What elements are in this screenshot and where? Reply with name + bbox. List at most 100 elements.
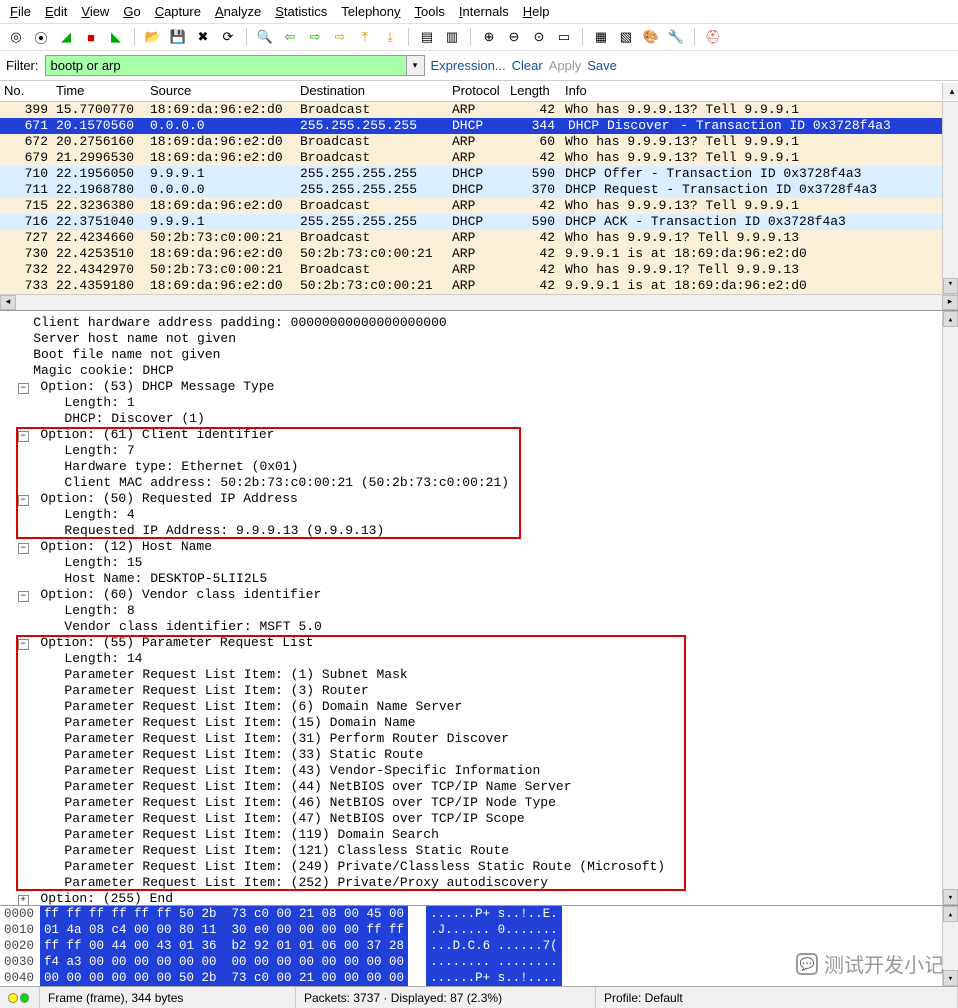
tb-dispfilter-icon[interactable]: ▧	[616, 27, 636, 47]
menu-analyze[interactable]: Analyze	[215, 4, 261, 19]
tb-start-icon[interactable]: ◢	[56, 27, 76, 47]
tb-zoom100-icon[interactable]: ⊙	[529, 27, 549, 47]
packet-row[interactable]: 71522.323638018:69:da:96:e2:d0BroadcastA…	[0, 198, 958, 214]
tb-find-icon[interactable]: 🔍	[255, 27, 275, 47]
tree-line[interactable]: DHCP: Discover (1)	[2, 411, 956, 427]
packet-list[interactable]: ▾ 39915.770077018:69:da:96:e2:d0Broadcas…	[0, 102, 958, 294]
packet-row[interactable]: 73322.435918018:69:da:96:e2:d050:2b:73:c…	[0, 278, 958, 294]
filter-save-link[interactable]: Save	[587, 58, 617, 73]
tree-line[interactable]: Length: 15	[2, 555, 956, 571]
filter-input[interactable]	[45, 55, 407, 76]
tree-line[interactable]: Parameter Request List Item: (33) Static…	[2, 747, 956, 763]
col-source[interactable]: Source	[146, 83, 296, 99]
tree-line[interactable]: Length: 7	[2, 443, 956, 459]
tree-line[interactable]: − Option: (50) Requested IP Address	[2, 491, 956, 507]
menu-telephony[interactable]: Telephony	[341, 4, 400, 19]
tree-line[interactable]: Parameter Request List Item: (15) Domain…	[2, 715, 956, 731]
expert-info-leds[interactable]	[0, 987, 40, 1008]
col-time[interactable]: Time	[52, 83, 146, 99]
tb-zoomout-icon[interactable]: ⊖	[504, 27, 524, 47]
menu-file[interactable]: File	[10, 4, 31, 19]
tree-line[interactable]: Parameter Request List Item: (31) Perfor…	[2, 731, 956, 747]
tree-line[interactable]: Server host name not given	[2, 331, 956, 347]
tree-line[interactable]: Length: 8	[2, 603, 956, 619]
packet-row[interactable]: 39915.770077018:69:da:96:e2:d0BroadcastA…	[0, 102, 958, 118]
packet-row[interactable]: 73222.434297050:2b:73:c0:00:21BroadcastA…	[0, 262, 958, 278]
tree-line[interactable]: Parameter Request List Item: (249) Priva…	[2, 859, 956, 875]
tb-save-icon[interactable]: 💾	[168, 27, 188, 47]
tree-line[interactable]: Length: 1	[2, 395, 956, 411]
filter-clear-link[interactable]: Clear	[512, 58, 543, 73]
menu-statistics[interactable]: Statistics	[275, 4, 327, 19]
tb-open-icon[interactable]: 📂	[143, 27, 163, 47]
tb-resize-icon[interactable]: ▭	[554, 27, 574, 47]
tb-colorize-icon[interactable]: ▤	[417, 27, 437, 47]
tree-line[interactable]: Parameter Request List Item: (6) Domain …	[2, 699, 956, 715]
tb-goto-icon[interactable]: ⇨	[330, 27, 350, 47]
tb-options-icon[interactable]: ⦿	[31, 27, 51, 47]
tb-coloring-icon[interactable]: 🎨	[641, 27, 661, 47]
tb-first-icon[interactable]: ⤒	[355, 27, 375, 47]
tb-help-icon[interactable]: ⛑	[703, 27, 723, 47]
packet-list-scrollbar[interactable]: ▾	[942, 102, 958, 294]
tree-line[interactable]: − Option: (53) DHCP Message Type	[2, 379, 956, 395]
packet-row[interactable]: 71022.19560509.9.9.1255.255.255.255DHCP5…	[0, 166, 958, 182]
tree-line[interactable]: + Option: (255) End	[2, 891, 956, 905]
tree-line[interactable]: Parameter Request List Item: (3) Router	[2, 683, 956, 699]
tb-interfaces-icon[interactable]: ◎	[6, 27, 26, 47]
tree-line[interactable]: − Option: (61) Client identifier	[2, 427, 956, 443]
col-destination[interactable]: Destination	[296, 83, 448, 99]
tb-zoomin-icon[interactable]: ⊕	[479, 27, 499, 47]
tree-line[interactable]: Client hardware address padding: 0000000…	[2, 315, 956, 331]
tb-close-icon[interactable]: ✖	[193, 27, 213, 47]
tree-line[interactable]: Parameter Request List Item: (47) NetBIO…	[2, 811, 956, 827]
filter-expression-link[interactable]: Expression...	[431, 58, 506, 73]
tree-line[interactable]: Parameter Request List Item: (252) Priva…	[2, 875, 956, 891]
hex-row[interactable]: 0020ff ff 00 44 00 43 01 36 b2 92 01 01 …	[0, 938, 958, 954]
packet-list-hscroll[interactable]: ◂▸	[0, 294, 958, 310]
tb-capfilter-icon[interactable]: ▦	[591, 27, 611, 47]
hex-scrollbar[interactable]: ▴▾	[942, 906, 958, 986]
col-protocol[interactable]: Protocol	[448, 83, 506, 99]
tb-restart-icon[interactable]: ◣	[106, 27, 126, 47]
tree-line[interactable]: − Option: (55) Parameter Request List	[2, 635, 956, 651]
tree-line[interactable]: Length: 4	[2, 507, 956, 523]
tree-line[interactable]: Parameter Request List Item: (46) NetBIO…	[2, 795, 956, 811]
tree-line[interactable]: Parameter Request List Item: (43) Vendor…	[2, 763, 956, 779]
tb-last-icon[interactable]: ⤓	[380, 27, 400, 47]
tree-line[interactable]: − Option: (12) Host Name	[2, 539, 956, 555]
tree-line[interactable]: Boot file name not given	[2, 347, 956, 363]
tree-line[interactable]: Magic cookie: DHCP	[2, 363, 956, 379]
menu-go[interactable]: Go	[123, 4, 140, 19]
hex-row[interactable]: 0030f4 a3 00 00 00 00 00 00 00 00 00 00 …	[0, 954, 958, 970]
tree-line[interactable]: Client MAC address: 50:2b:73:c0:00:21 (5…	[2, 475, 956, 491]
packet-row[interactable]: 73022.425351018:69:da:96:e2:d050:2b:73:c…	[0, 246, 958, 262]
tree-line[interactable]: Requested IP Address: 9.9.9.13 (9.9.9.13…	[2, 523, 956, 539]
col-no[interactable]: No.	[0, 83, 52, 99]
status-profile[interactable]: Profile: Default	[596, 987, 958, 1008]
menu-view[interactable]: View	[81, 4, 109, 19]
filter-dropdown-icon[interactable]: ▾	[407, 55, 425, 76]
tree-line[interactable]: Parameter Request List Item: (119) Domai…	[2, 827, 956, 843]
menu-help[interactable]: Help	[523, 4, 550, 19]
packet-row[interactable]: 71122.19687800.0.0.0255.255.255.255DHCP3…	[0, 182, 958, 198]
filter-apply-link[interactable]: Apply	[549, 58, 582, 73]
packet-row[interactable]: 72722.423466050:2b:73:c0:00:21BroadcastA…	[0, 230, 958, 246]
packet-row[interactable]: 71622.37510409.9.9.1255.255.255.255DHCP5…	[0, 214, 958, 230]
hex-row[interactable]: 0000ff ff ff ff ff ff 50 2b 73 c0 00 21 …	[0, 906, 958, 922]
tb-back-icon[interactable]: ⇦	[280, 27, 300, 47]
menu-capture[interactable]: Capture	[155, 4, 201, 19]
tree-line[interactable]: Parameter Request List Item: (1) Subnet …	[2, 667, 956, 683]
details-scrollbar[interactable]: ▴▾	[942, 311, 958, 905]
tb-reload-icon[interactable]: ⟳	[218, 27, 238, 47]
tb-autoscroll-icon[interactable]: ▥	[442, 27, 462, 47]
packet-row[interactable]: 67120.15705600.0.0.0255.255.255.255DHCP3…	[0, 118, 958, 134]
tb-stop-icon[interactable]: ■	[81, 27, 101, 47]
packet-row[interactable]: 67921.299653018:69:da:96:e2:d0BroadcastA…	[0, 150, 958, 166]
tree-line[interactable]: Host Name: DESKTOP-5LII2L5	[2, 571, 956, 587]
packet-bytes-pane[interactable]: ▴▾ 0000ff ff ff ff ff ff 50 2b 73 c0 00 …	[0, 905, 958, 986]
menu-internals[interactable]: Internals	[459, 4, 509, 19]
packet-row[interactable]: 67220.275616018:69:da:96:e2:d0BroadcastA…	[0, 134, 958, 150]
tree-line[interactable]: − Option: (60) Vendor class identifier	[2, 587, 956, 603]
tree-line[interactable]: Parameter Request List Item: (121) Class…	[2, 843, 956, 859]
